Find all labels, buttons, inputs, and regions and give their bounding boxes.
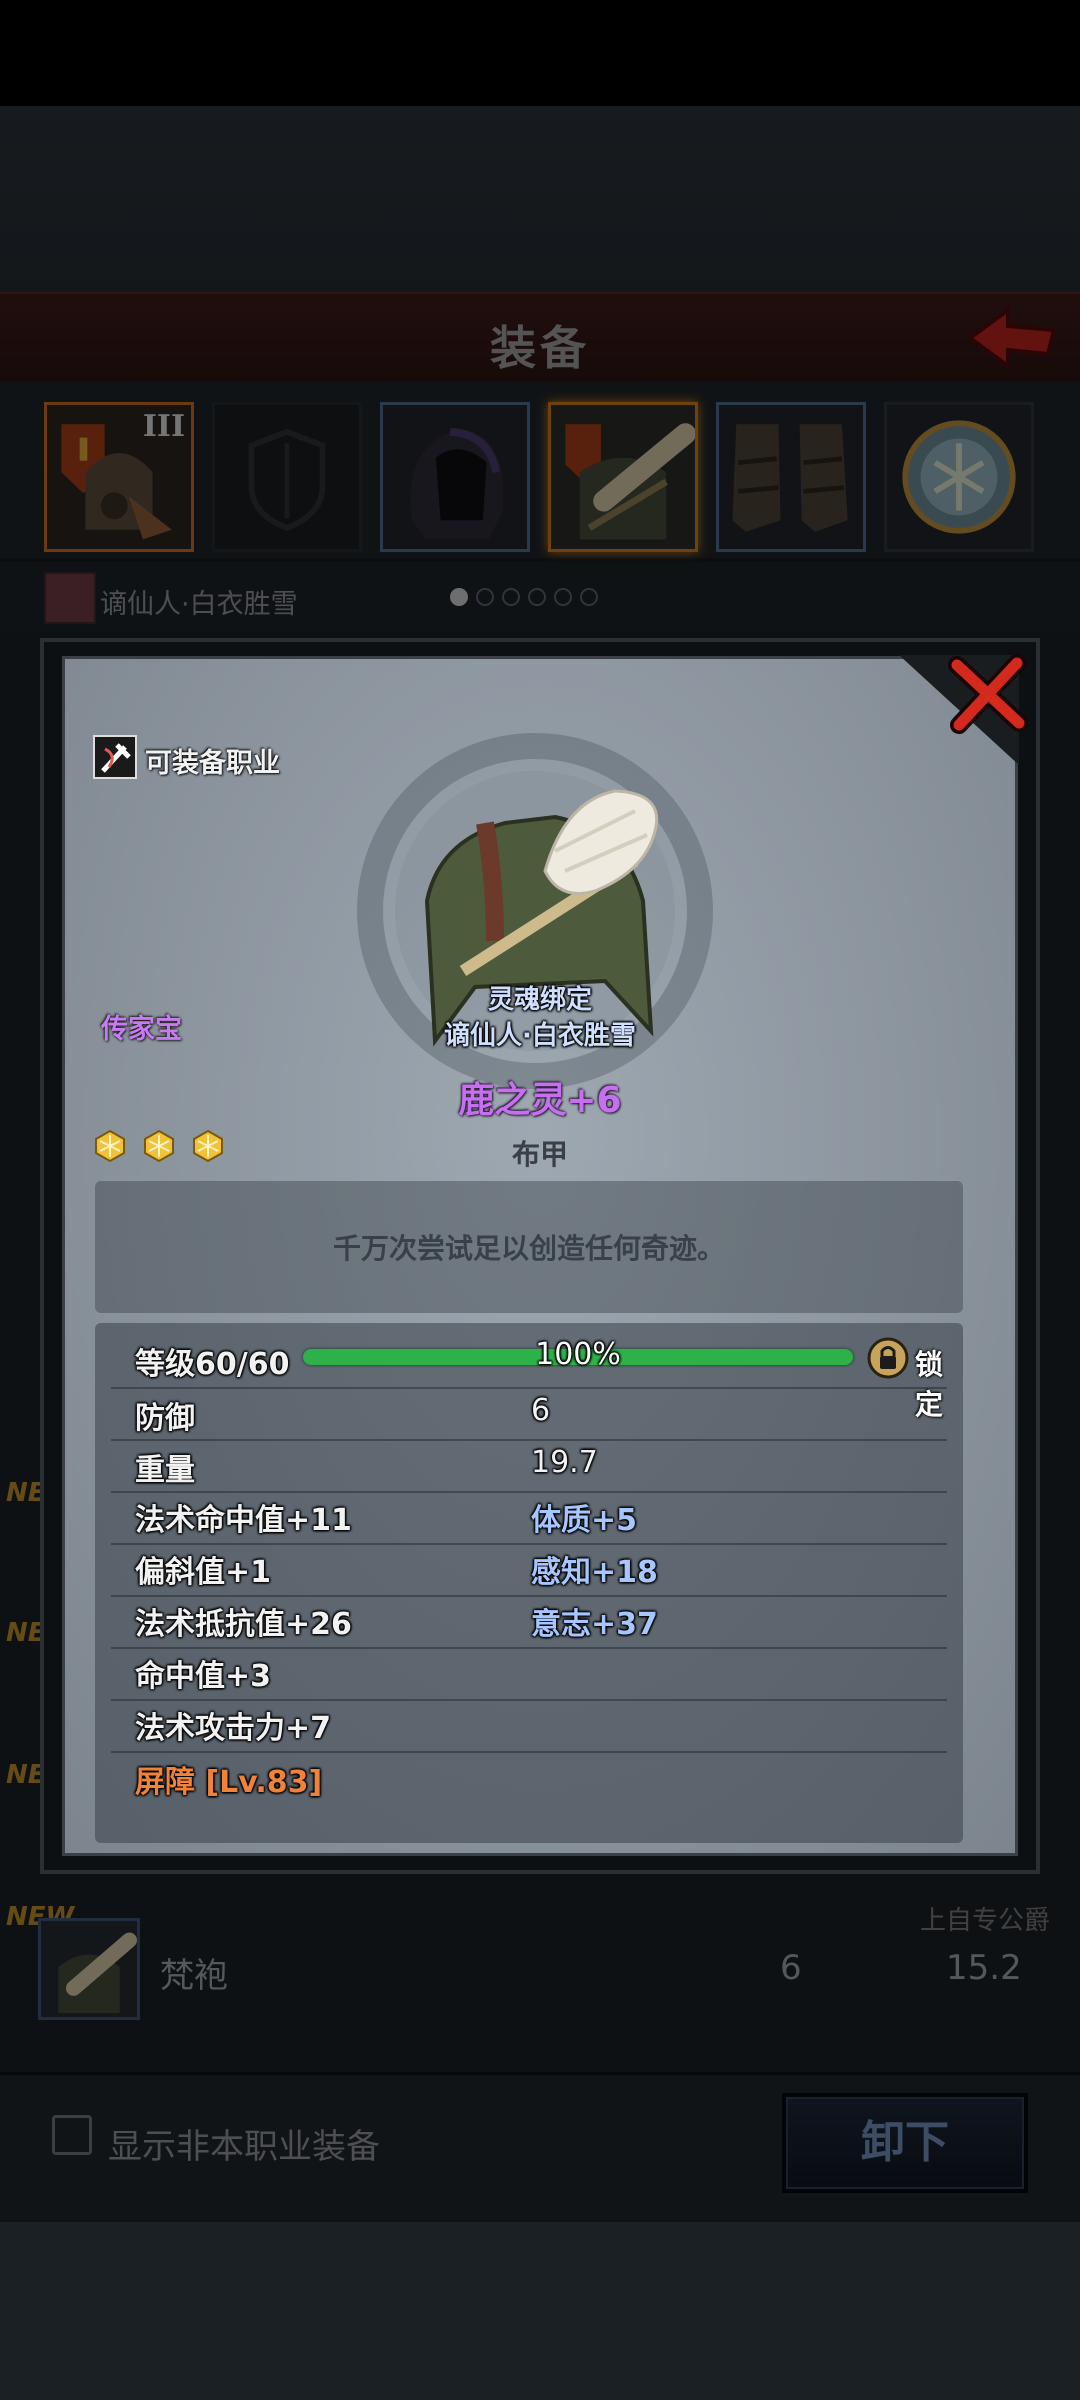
defense-value: 6 [531,1393,551,1428]
weight-label: 重量 [135,1453,195,1488]
item-name: 鹿之灵+6 [458,1080,622,1121]
dialog-panel: 可装备职业 传家宝 灵魂绑定 谪仙人·白衣胜雪 鹿之灵+6 布甲 千万次尝试足以… [62,654,1028,1856]
level-progress-bar: 100% [303,1337,853,1372]
level-label: 等级60/60 [135,1347,290,1382]
stat-deflection: 偏斜值+1 [135,1555,272,1590]
stat-spell-power: 法术攻击力+7 [135,1711,332,1746]
defense-label: 防御 [135,1401,195,1436]
stats-panel: 等级60/60 100% 锁定 防御 6 重量 19.7 法术命中值+11 体质… [95,1323,963,1843]
divider [111,1439,947,1441]
stat-spell-resist: 法术抵抗值+26 [135,1607,352,1642]
equippable-class-label: 可装备职业 [145,748,280,779]
lock-label[interactable]: 锁定 [915,1343,963,1423]
status-bar [0,0,1080,106]
flavor-text-box: 千万次尝试足以创造任何奇迹。 [95,1181,963,1313]
divider [111,1751,947,1753]
divider [111,1595,947,1597]
armor-type: 布甲 [511,1138,568,1171]
stat-constitution: 体质+5 [531,1503,638,1538]
flavor-text: 千万次尝试足以创造任何奇迹。 [332,1232,725,1265]
stat-hit: 命中值+3 [135,1659,272,1694]
lock-icon[interactable] [867,1337,909,1379]
stat-spell-hit: 法术命中值+11 [135,1503,352,1538]
owner-name: 谪仙人·白衣胜雪 [444,1021,636,1051]
level-percent: 100% [535,1337,621,1372]
divider [111,1491,947,1493]
background-bottom [0,2222,1080,2400]
special-ability[interactable]: 屏障 [Lv.83] [135,1757,322,1801]
class-icon [93,735,137,779]
stat-willpower: 意志+37 [531,1607,658,1642]
stat-perception: 感知+18 [531,1555,658,1590]
divider [111,1647,947,1649]
item-detail-dialog: 可装备职业 传家宝 灵魂绑定 谪仙人·白衣胜雪 鹿之灵+6 布甲 千万次尝试足以… [40,638,1040,1874]
weight-value: 19.7 [531,1445,598,1480]
divider [111,1699,947,1701]
divider [111,1387,947,1389]
divider [111,1543,947,1545]
soulbound-label: 灵魂绑定 [487,985,592,1015]
close-icon[interactable] [943,649,1033,739]
